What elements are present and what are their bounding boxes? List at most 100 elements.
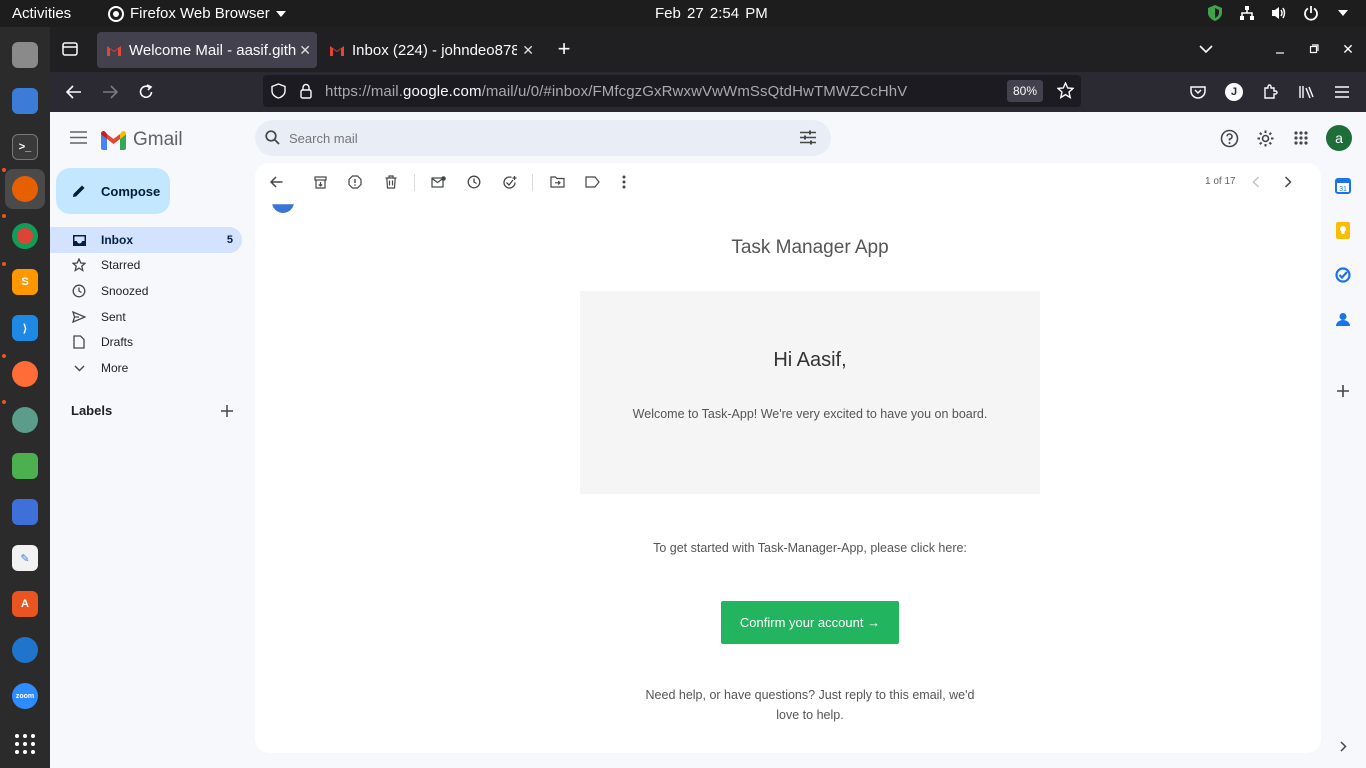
calendar-icon[interactable]: 31 [1335,178,1351,194]
system-tray[interactable] [1206,4,1352,22]
forward-icon[interactable] [98,80,122,104]
apps-icon[interactable] [1294,131,1308,150]
zoom-dock-icon[interactable]: zoom [5,676,45,716]
show-apps-icon[interactable] [5,724,45,764]
volume-icon[interactable] [1270,4,1288,22]
help-icon[interactable] [1220,129,1239,153]
mark-unread-icon[interactable] [430,174,446,190]
contacts-icon[interactable] [1336,312,1350,332]
terminal-dock-icon[interactable]: >_ [5,127,45,167]
text-editor-dock-icon[interactable] [5,81,45,121]
sidebar-item-drafts[interactable]: Drafts [50,329,242,355]
label-icon[interactable] [584,174,600,190]
chrome-dock-icon[interactable] [5,216,45,256]
back-icon[interactable] [62,80,86,104]
activities-button[interactable]: Activities [12,5,71,22]
pocket-icon[interactable] [1186,80,1210,104]
report-spam-icon[interactable] [347,174,363,190]
sidebar-item-label: Starred [101,258,141,272]
filter-icon[interactable] [800,130,816,150]
library-icon[interactable] [1294,80,1318,104]
sidebar-item-sent[interactable]: Sent [50,304,242,330]
postman-dock-icon[interactable] [5,354,45,394]
extensions-icon[interactable] [1258,80,1282,104]
close-window-icon[interactable]: ✕ [1336,37,1360,61]
close-tab-icon[interactable]: ✕ [299,42,311,59]
screenshot-dock-icon[interactable] [5,492,45,532]
archive-icon[interactable] [312,174,328,190]
url-path: /mail/u/0/#inbox/FMfcgzGxRwxwVwWmSsQtdHw… [481,83,908,100]
browser-tab-bar: Welcome Mail - aasif.gith ✕ Inbox (224) … [50,27,1366,72]
shield-icon[interactable] [1206,4,1224,22]
search-input[interactable] [289,120,769,156]
chatgpt-dock-icon[interactable] [5,400,45,440]
browser-nav-bar: https://mail.google.com/mail/u/0/#inbox/… [50,72,1366,112]
email-greeting: Hi Aasif, [773,349,847,371]
new-tab-icon[interactable]: + [552,36,576,61]
app-menu-label: Firefox Web Browser [130,5,270,22]
add-task-icon[interactable] [501,174,517,190]
more-vert-icon[interactable] [616,174,632,190]
main-menu-icon[interactable] [70,131,87,149]
software-center-dock-icon[interactable]: A [5,584,45,624]
image-viewer-dock-icon[interactable] [5,446,45,486]
minimize-icon[interactable] [1268,37,1292,61]
reload-icon[interactable] [134,80,158,104]
send-icon [72,310,86,324]
delete-icon[interactable] [383,174,399,190]
sidebar-item-snoozed[interactable]: Snoozed [50,278,242,304]
power-icon[interactable] [1302,4,1320,22]
move-to-icon[interactable] [549,174,565,190]
firefox-view-icon[interactable] [58,37,82,61]
tracking-protection-icon[interactable] [271,83,286,104]
snooze-icon[interactable] [466,174,482,190]
account-avatar-icon[interactable]: J [1222,80,1246,104]
close-tab-icon[interactable]: ✕ [522,42,534,59]
confirm-account-button[interactable]: Confirm your account → [721,601,899,644]
back-arrow-icon[interactable] [268,174,284,190]
zoom-indicator[interactable]: 80% [1007,80,1044,102]
tab-title: Inbox (224) - johndeo878 [352,41,517,59]
vscode-dock-icon[interactable]: ⟩ [5,308,45,348]
toolbar-divider [414,174,415,191]
chevron-down-icon [72,361,86,375]
hamburger-menu-icon[interactable] [1330,80,1354,104]
bookmark-star-icon[interactable] [1056,81,1075,104]
tab-welcome-mail[interactable]: Welcome Mail - aasif.gith ✕ [97,32,317,68]
files-dock-icon[interactable] [5,35,45,75]
search-bar[interactable] [255,120,831,156]
gmail-logo[interactable]: Gmail [101,129,183,151]
add-label-icon[interactable] [221,404,233,422]
url-bar[interactable]: https://mail.google.com/mail/u/0/#inbox/… [263,75,1081,107]
newer-chevron-icon[interactable] [1248,174,1264,190]
expand-side-panel-icon[interactable] [1340,739,1347,757]
get-addons-icon[interactable] [1337,384,1349,402]
firefox-dock-icon[interactable] [5,169,45,209]
network-icon[interactable] [1238,4,1256,22]
restore-icon[interactable] [1302,37,1326,61]
sender-avatar[interactable] [272,204,294,213]
app-menu[interactable]: Firefox Web Browser [108,5,286,22]
older-chevron-icon[interactable] [1280,174,1296,190]
sidebar-item-starred[interactable]: Starred [50,252,242,278]
list-tabs-chevron-icon[interactable] [1194,37,1218,61]
sidebar-item-label: Sent [101,310,126,324]
tab-inbox[interactable]: Inbox (224) - johndeo878 ✕ [320,32,540,68]
lock-icon[interactable] [300,83,312,104]
account-avatar[interactable]: a [1326,125,1352,151]
compose-button[interactable]: Compose [56,168,170,214]
sidebar-item-inbox[interactable]: Inbox 5 [50,227,242,253]
sidebar-item-more[interactable]: More [50,355,242,381]
url-prefix: https://mail. [325,83,403,100]
url-text[interactable]: https://mail.google.com/mail/u/0/#inbox/… [325,83,907,100]
clock[interactable]: Feb 27 2:54 PM [655,5,768,22]
unread-count: 5 [226,234,233,246]
search-icon[interactable] [265,130,280,150]
keep-icon[interactable] [1336,222,1350,244]
tasks-icon[interactable] [1335,267,1351,288]
settings-icon[interactable] [1256,129,1275,153]
notes-dock-icon[interactable]: ✎ [5,538,45,578]
sublime-dock-icon[interactable]: S [5,262,45,302]
system-menu-chevron-icon[interactable] [1334,4,1352,22]
thunderbird-dock-icon[interactable] [5,630,45,670]
